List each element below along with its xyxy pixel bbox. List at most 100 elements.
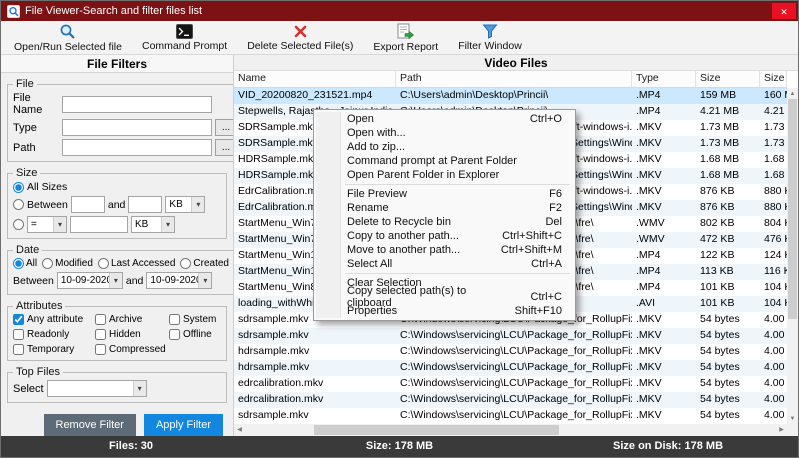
path-browse-button[interactable]: ... <box>215 139 234 156</box>
size-exact-unit-dropdown[interactable]: KB <box>131 216 175 233</box>
apply-filter-button[interactable]: Apply Filter <box>144 414 223 436</box>
attribute-checkbox-option[interactable]: Temporary <box>13 344 95 355</box>
file-name-input[interactable] <box>62 96 212 113</box>
size-to-input[interactable] <box>128 196 162 213</box>
date-to-picker[interactable]: 10-09-2020 <box>146 272 212 289</box>
command-prompt-button[interactable]: Command Prompt <box>133 22 236 53</box>
table-row[interactable]: hdrsample.mkv C:\Windows\servicing\LCU\P… <box>234 360 787 376</box>
file-type-cell: .MKV <box>632 136 696 152</box>
date-created-option[interactable]: Created <box>180 258 229 269</box>
table-row[interactable]: sdrsample.mkv C:\Windows\servicing\LCU\P… <box>234 408 787 424</box>
size-unit-dropdown[interactable]: KB <box>165 196 205 213</box>
scroll-right-arrow-icon[interactable] <box>776 424 787 435</box>
scroll-down-arrow-icon[interactable] <box>787 413 798 424</box>
table-row[interactable]: edrcalibration.mkv C:\Windows\servicing\… <box>234 392 787 408</box>
size-between-radio[interactable] <box>13 199 24 210</box>
menu-item-shortcut: Ctrl+O <box>530 113 562 125</box>
context-menu-item[interactable]: Move to another path... Ctrl+Shift+M <box>315 243 574 257</box>
all-sizes-radio[interactable] <box>13 182 24 193</box>
attribute-checkbox[interactable] <box>13 314 24 325</box>
column-header-size[interactable]: Size <box>696 71 760 87</box>
attribute-checkbox-option[interactable]: Any attribute <box>13 314 95 325</box>
date-filter-group: Date All Modified Last Accessed Created … <box>7 244 234 295</box>
file-name-cell: sdrsample.mkv <box>234 408 396 424</box>
table-row[interactable]: sdrsample.mkv C:\Windows\servicing\LCU\P… <box>234 328 787 344</box>
filter-icon <box>482 23 498 39</box>
attribute-checkbox[interactable] <box>169 314 180 325</box>
context-menu-item[interactable]: Add to zip... <box>315 140 574 154</box>
file-size-on-disk-cell: 880 KB <box>760 200 787 216</box>
column-header-path[interactable]: Path <box>396 71 632 87</box>
column-header-type[interactable]: Type <box>632 71 696 87</box>
scroll-up-arrow-icon[interactable] <box>787 88 798 99</box>
attribute-checkbox[interactable] <box>13 344 24 355</box>
path-input[interactable] <box>62 139 212 156</box>
context-menu-item[interactable]: Open Ctrl+O <box>315 112 574 126</box>
size-operator-dropdown[interactable]: = <box>27 216 67 233</box>
top-files-select-label: Select <box>13 383 44 395</box>
date-all-option[interactable]: All <box>13 258 37 269</box>
attribute-checkbox[interactable] <box>169 329 180 340</box>
context-menu-item[interactable]: Copy to another path... Ctrl+Shift+C <box>315 229 574 243</box>
open-run-selected-file-button[interactable]: Open/Run Selected file <box>5 22 131 53</box>
file-type-cell: .MKV <box>632 200 696 216</box>
section-title: Video Files <box>234 55 798 71</box>
context-menu-item[interactable]: Select All Ctrl+A <box>315 257 574 271</box>
context-menu-item[interactable]: File Preview F6 <box>315 187 574 201</box>
context-menu-item[interactable]: Properties Shift+F10 <box>315 304 574 318</box>
date-from-picker[interactable]: 10-09-2020 <box>57 272 123 289</box>
column-header-size-on-disk[interactable]: Size on Disk <box>760 71 787 87</box>
chevron-down-icon <box>53 217 66 232</box>
type-input[interactable] <box>62 119 212 136</box>
context-menu-item[interactable]: Open Parent Folder in Explorer <box>315 168 574 182</box>
horizontal-scrollbar-thumb[interactable] <box>314 425 559 435</box>
attribute-checkbox-option[interactable]: Offline <box>169 329 221 340</box>
remove-filter-button[interactable]: Remove Filter <box>44 414 136 436</box>
context-menu-item[interactable]: Rename F2 <box>315 201 574 215</box>
context-menu-item[interactable]: Delete to Recycle bin Del <box>315 215 574 229</box>
context-menu-item[interactable]: Copy selected path(s) to clipboard Ctrl+… <box>315 290 574 304</box>
context-menu-item[interactable]: Open with... <box>315 126 574 140</box>
vertical-scrollbar-thumb[interactable] <box>788 99 797 319</box>
export-report-button[interactable]: Export Report <box>364 22 447 53</box>
file-type-cell: .MKV <box>632 120 696 136</box>
menu-separator <box>345 273 570 274</box>
table-row[interactable]: VID_20200820_231521.mp4 C:\Users\admin\D… <box>234 88 787 104</box>
attribute-checkbox-option[interactable]: System <box>169 314 221 325</box>
file-size-on-disk-cell: 4.00 KB <box>760 376 787 392</box>
date-last-accessed-radio[interactable] <box>98 258 109 269</box>
date-last-accessed-option[interactable]: Last Accessed <box>98 258 175 269</box>
date-all-radio[interactable] <box>13 258 24 269</box>
attribute-checkbox-option[interactable]: Readonly <box>13 329 95 340</box>
table-row[interactable]: edrcalibration.mkv C:\Windows\servicing\… <box>234 376 787 392</box>
type-browse-button[interactable]: ... <box>215 119 234 136</box>
size-from-input[interactable] <box>71 196 105 213</box>
delete-selected-files-button[interactable]: Delete Selected File(s) <box>238 22 362 53</box>
vertical-scrollbar[interactable] <box>787 88 798 424</box>
menu-item-label: Move to another path... <box>347 244 460 256</box>
attribute-checkbox[interactable] <box>95 314 106 325</box>
attribute-checkbox[interactable] <box>13 329 24 340</box>
filter-window-button[interactable]: Filter Window <box>449 22 531 53</box>
file-path-cell: C:\Windows\servicing\LCU\Package_for_Rol… <box>396 328 632 344</box>
file-size-cell: 54 bytes <box>696 312 760 328</box>
file-size-cell: 54 bytes <box>696 328 760 344</box>
context-menu-item[interactable]: Command prompt at Parent Folder <box>315 154 574 168</box>
size-exact-radio[interactable] <box>13 219 24 230</box>
attribute-checkbox[interactable] <box>95 344 106 355</box>
date-created-radio[interactable] <box>180 258 191 269</box>
close-button[interactable] <box>772 3 796 19</box>
table-row[interactable]: hdrsample.mkv C:\Windows\servicing\LCU\P… <box>234 344 787 360</box>
top-files-dropdown[interactable] <box>47 380 147 397</box>
file-size-on-disk-cell: 880 KB <box>760 184 787 200</box>
scroll-left-arrow-icon[interactable] <box>234 424 245 435</box>
size-exact-input[interactable] <box>70 216 128 233</box>
attribute-checkbox-option[interactable]: Hidden <box>95 329 169 340</box>
attribute-checkbox-option[interactable]: Compressed <box>95 344 169 355</box>
attribute-checkbox-option[interactable]: Archive <box>95 314 169 325</box>
date-modified-option[interactable]: Modified <box>42 258 93 269</box>
column-header-name[interactable]: Name <box>234 71 396 87</box>
date-modified-radio[interactable] <box>42 258 53 269</box>
horizontal-scrollbar[interactable] <box>234 424 787 436</box>
attribute-checkbox[interactable] <box>95 329 106 340</box>
